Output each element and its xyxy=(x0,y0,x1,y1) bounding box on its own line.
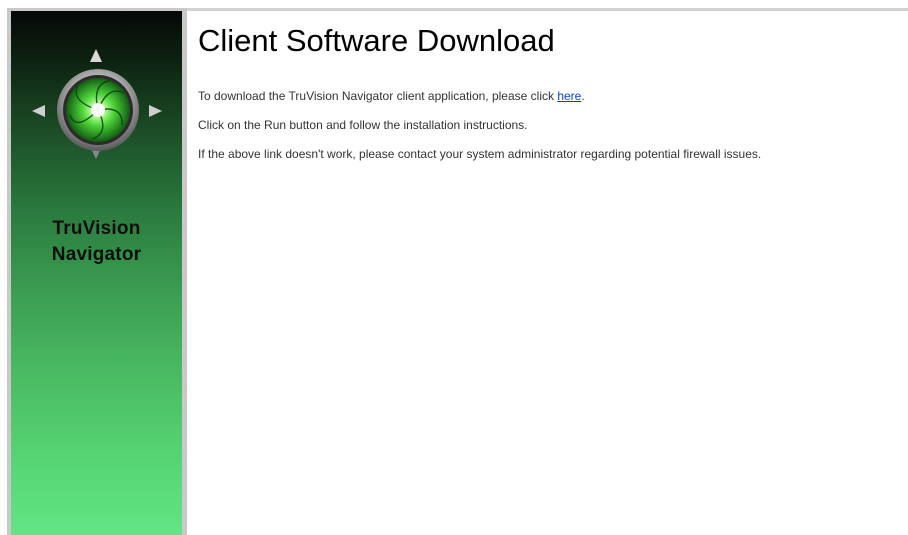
firewall-note: If the above link doesn't work, please c… xyxy=(198,147,762,161)
download-instruction-text: To download the TruVision Navigator clie… xyxy=(198,89,558,103)
run-instruction: Click on the Run button and follow the i… xyxy=(198,118,528,132)
download-instruction-period: . xyxy=(581,89,585,103)
main-content: Client Software Download To download the… xyxy=(198,22,898,161)
page-title: Client Software Download xyxy=(198,23,555,58)
download-link[interactable]: here xyxy=(557,89,581,103)
header-divider xyxy=(183,8,908,11)
arrow-up-icon xyxy=(90,49,102,62)
page: TruVision Navigator Client Software Down… xyxy=(0,0,908,535)
brand-line-2: Navigator xyxy=(51,244,142,265)
arrow-right-icon xyxy=(149,105,162,117)
download-instruction: To download the TruVision Navigator clie… xyxy=(198,89,585,103)
brand-line-1: TruVision xyxy=(52,218,141,239)
arrow-left-icon xyxy=(32,105,45,117)
brand-name: TruVision Navigator xyxy=(11,216,182,268)
truvision-logo-icon xyxy=(32,49,162,159)
